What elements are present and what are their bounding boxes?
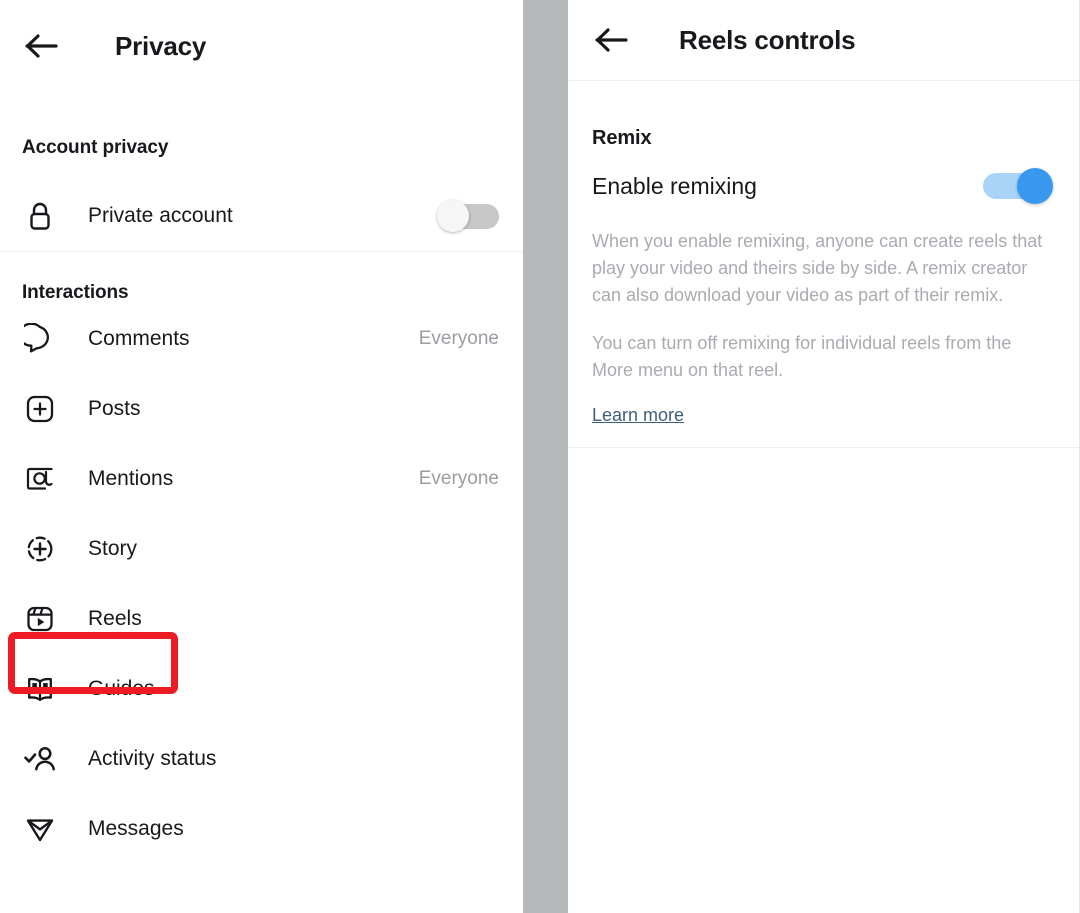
setting-label: Reels — [88, 607, 142, 630]
reels-controls-header: Reels controls — [568, 0, 1079, 81]
setting-row-activity-status[interactable]: Activity status — [0, 724, 523, 794]
setting-label: Mentions — [88, 467, 174, 490]
reels-controls-panel: Reels controls Remix Enable remixing Whe… — [568, 0, 1080, 913]
lock-icon — [22, 198, 58, 234]
learn-more-link[interactable]: Learn more — [568, 384, 684, 426]
remix-description-paragraph-1: When you enable remixing, anyone can cre… — [592, 231, 1043, 305]
page-title: Privacy — [115, 30, 207, 61]
remix-description-paragraph-2: You can turn off remixing for individual… — [592, 333, 1012, 380]
setting-label: Story — [88, 537, 138, 560]
toggle-knob — [1017, 168, 1053, 204]
messages-paper-plane-icon — [22, 811, 58, 847]
section-divider — [568, 447, 1079, 448]
private-account-toggle[interactable] — [437, 200, 499, 232]
back-arrow-icon[interactable] — [20, 24, 64, 68]
page-title: Reels controls — [679, 24, 856, 55]
privacy-settings-panel: Privacy Account privacy Private account … — [0, 0, 523, 913]
setting-row-reels[interactable]: Reels — [0, 584, 523, 654]
guides-book-icon — [22, 671, 58, 707]
setting-label: Posts — [88, 397, 141, 420]
back-arrow-icon[interactable] — [590, 18, 634, 62]
section-heading-interactions: Interactions — [22, 282, 129, 303]
setting-row-private-account[interactable]: Private account — [0, 181, 523, 251]
setting-row-mentions[interactable]: Mentions Everyone — [0, 444, 523, 514]
activity-status-person-check-icon — [22, 741, 58, 777]
setting-label: Enable remixing — [592, 172, 757, 199]
setting-row-messages[interactable]: Messages — [0, 794, 523, 864]
reels-clapper-icon — [22, 601, 58, 637]
enable-remixing-toggle[interactable] — [983, 168, 1053, 204]
setting-row-enable-remixing[interactable]: Enable remixing — [568, 150, 1079, 222]
setting-value: Everyone — [418, 468, 499, 489]
at-sign-icon — [22, 461, 58, 497]
setting-row-guides[interactable]: Guides — [0, 654, 523, 724]
story-circle-plus-icon — [22, 531, 58, 567]
setting-label: Comments — [88, 327, 190, 350]
toggle-knob — [437, 200, 469, 232]
section-heading-account-privacy: Account privacy — [22, 137, 169, 158]
section-heading-remix: Remix — [592, 127, 652, 149]
setting-label: Guides — [88, 677, 155, 700]
privacy-header: Privacy — [0, 0, 523, 92]
plus-square-icon — [22, 391, 58, 427]
setting-value: Everyone — [418, 328, 499, 349]
comment-bubble-icon — [22, 321, 58, 357]
dual-panel-screenshot: Privacy Account privacy Private account … — [0, 0, 1080, 913]
setting-row-comments[interactable]: Comments Everyone — [0, 304, 523, 374]
setting-row-story[interactable]: Story — [0, 514, 523, 584]
setting-row-posts[interactable]: Posts — [0, 374, 523, 444]
setting-label: Activity status — [88, 747, 217, 770]
panel-gutter-divider — [523, 0, 568, 913]
setting-label: Messages — [88, 817, 184, 840]
setting-label: Private account — [88, 204, 233, 227]
